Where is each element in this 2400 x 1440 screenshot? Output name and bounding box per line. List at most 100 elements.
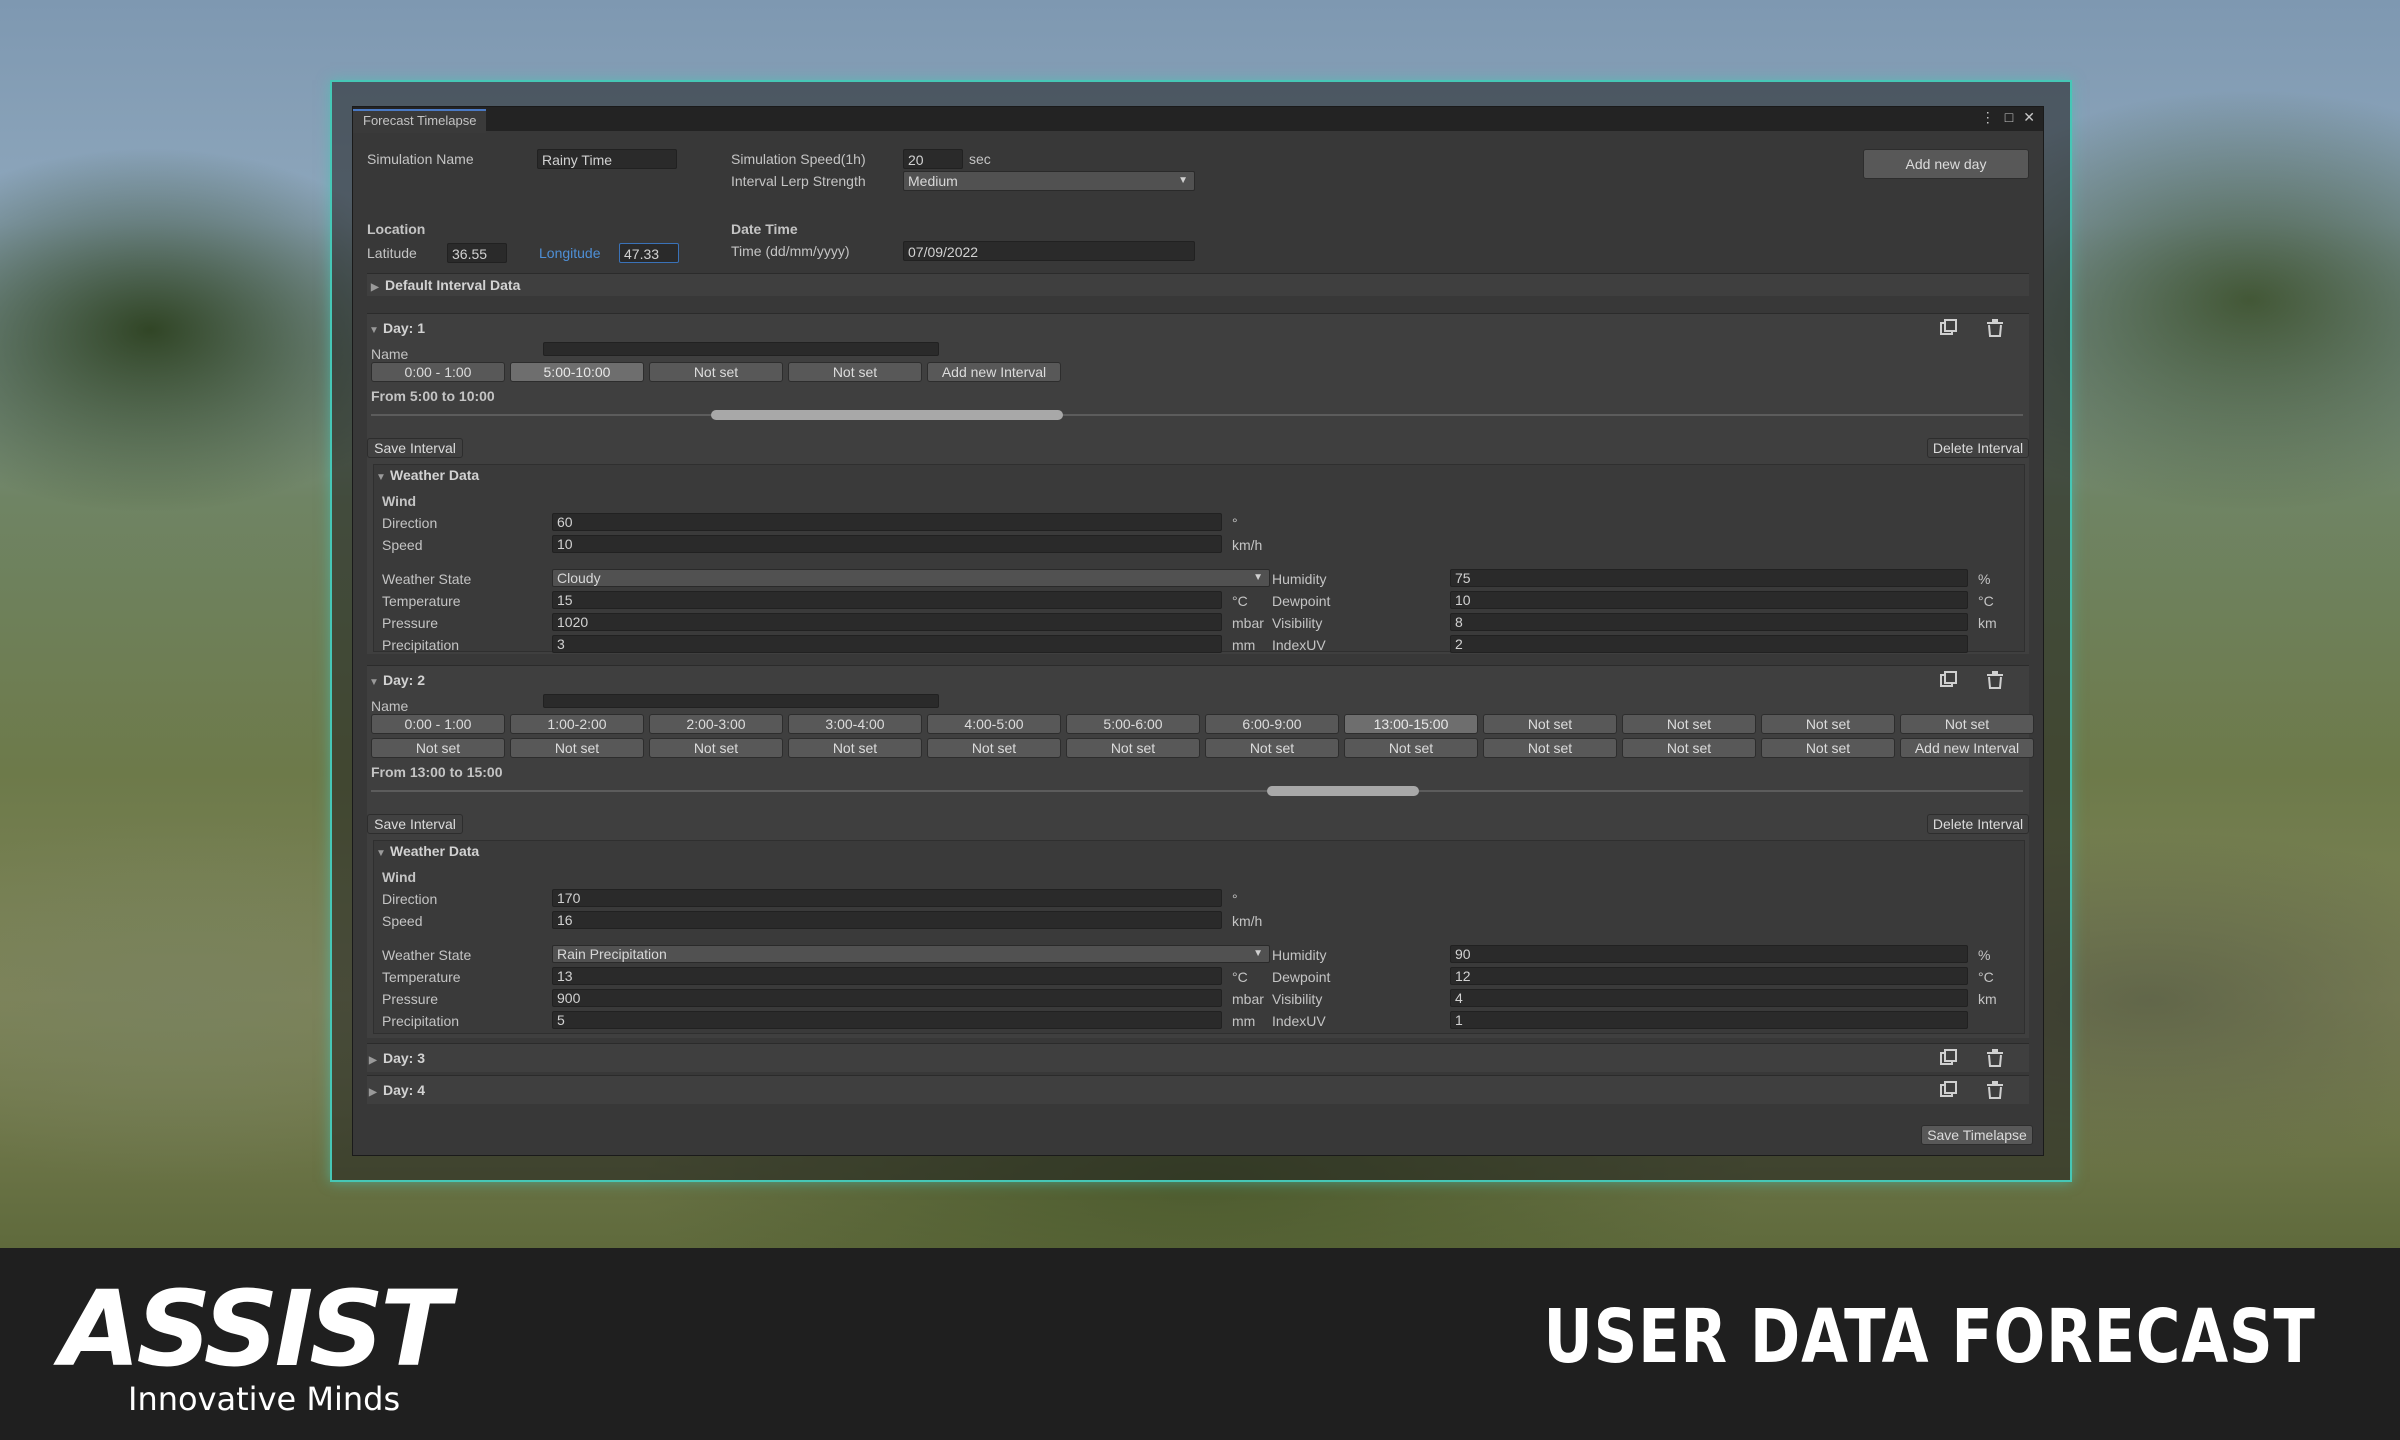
day-2-interval-button[interactable]: Not set (1066, 738, 1200, 758)
day-1-weather-foldout[interactable]: ▼ Weather Data (376, 467, 479, 483)
day-2-interval-button[interactable]: 5:00-6:00 (1066, 714, 1200, 734)
day-1-direction-input[interactable]: 60 (552, 513, 1222, 531)
lerp-strength-dropdown[interactable]: Medium ▼ (903, 171, 1195, 191)
copy-icon[interactable] (1937, 1078, 1961, 1102)
day-2-humidity-input[interactable]: 90 (1450, 945, 1968, 963)
day-1-interval-3[interactable]: Not set (649, 362, 783, 382)
day-2-visibility-input[interactable]: 4 (1450, 989, 1968, 1007)
day-2-range-slider-track[interactable] (371, 790, 2023, 792)
trash-icon[interactable] (1983, 1078, 2007, 1102)
day-2-interval-button[interactable]: Not set (1761, 738, 1895, 758)
day-1-interval-2[interactable]: 5:00-10:00 (510, 362, 644, 382)
day-2-interval-button[interactable]: 6:00-9:00 (1205, 714, 1339, 734)
trash-icon[interactable] (1983, 668, 2007, 692)
day-2-temperature-label: Temperature (382, 969, 461, 985)
day-4-foldout[interactable]: ▶ Day: 4 (369, 1082, 425, 1098)
day-2-indexuv-input[interactable]: 1 (1450, 1011, 1968, 1029)
day-2-precipitation-input[interactable]: 5 (552, 1011, 1222, 1029)
day-1-delete-interval-button[interactable]: Delete Interval (1927, 438, 2029, 458)
day-2-speed-input[interactable]: 16 (552, 911, 1222, 929)
day-1-interval-1[interactable]: 0:00 - 1:00 (371, 362, 505, 382)
day-1-interval-4[interactable]: Not set (788, 362, 922, 382)
day-2-interval-button[interactable]: 4:00-5:00 (927, 714, 1061, 734)
day-2-interval-button[interactable]: Not set (927, 738, 1061, 758)
day-2-direction-input[interactable]: 170 (552, 889, 1222, 907)
day-2-interval-button[interactable]: Not set (1622, 738, 1756, 758)
day-2-name-input[interactable] (543, 694, 939, 708)
copy-icon[interactable] (1937, 1046, 1961, 1070)
trash-icon[interactable] (1983, 1046, 2007, 1070)
day-2-interval-button[interactable]: Not set (1900, 714, 2034, 734)
day-2-interval-button[interactable]: Not set (510, 738, 644, 758)
tab-forecast-timelapse[interactable]: Forecast Timelapse (353, 109, 487, 133)
latitude-input[interactable]: 36.55 (447, 243, 507, 263)
day-1-save-interval-button[interactable]: Save Interval (367, 438, 463, 458)
day-2-interval-button[interactable]: Not set (371, 738, 505, 758)
day-2-range-slider-thumb[interactable] (1267, 786, 1419, 796)
day-1-range-slider-thumb[interactable] (711, 410, 1063, 420)
day-2-pressure-input[interactable]: 900 (552, 989, 1222, 1007)
trash-icon[interactable] (1983, 316, 2007, 340)
simulation-name-input[interactable]: Rainy Time (537, 149, 677, 169)
day-1-weather-state-value: Cloudy (557, 570, 601, 586)
day-2-add-interval-button[interactable]: Add new Interval (1900, 738, 2034, 758)
day-1-speed-input[interactable]: 10 (552, 535, 1222, 553)
day-2-weather-state-dropdown[interactable]: Rain Precipitation ▼ (552, 945, 1270, 963)
day-1-name-input[interactable] (543, 342, 939, 356)
day-2-wind-heading: Wind (382, 869, 417, 885)
day-1-temperature-input[interactable]: 15 (552, 591, 1222, 609)
longitude-input[interactable]: 47.33 (619, 243, 679, 263)
day-1-humidity-input[interactable]: 75 (1450, 569, 1968, 587)
default-interval-label: Default Interval Data (385, 277, 521, 293)
day-2-interval-button[interactable]: Not set (788, 738, 922, 758)
location-heading: Location (367, 221, 426, 237)
default-interval-section[interactable]: ▶ Default Interval Data (367, 273, 2029, 296)
copy-icon[interactable] (1937, 668, 1961, 692)
day-2-interval-button[interactable]: Not set (1205, 738, 1339, 758)
day-2-interval-button[interactable]: Not set (1483, 714, 1617, 734)
day-2-weather-title: Weather Data (390, 843, 480, 859)
day-2-weather-panel: ▼ Weather Data Wind Direction 170 ° Speed… (373, 840, 2025, 1034)
day-2-pressure-unit: mbar (1232, 991, 1264, 1007)
day-1-precipitation-input[interactable]: 3 (552, 635, 1222, 653)
time-input[interactable]: 07/09/2022 (903, 241, 1195, 261)
day-2-interval-button[interactable]: Not set (1344, 738, 1478, 758)
day-1-weather-state-dropdown[interactable]: Cloudy ▼ (552, 569, 1270, 587)
day-2-interval-button-selected[interactable]: 13:00-15:00 (1344, 714, 1478, 734)
day-2-interval-button[interactable]: 3:00-4:00 (788, 714, 922, 734)
day-1-range-slider-track[interactable] (371, 414, 2023, 416)
day-2-interval-button[interactable]: 0:00 - 1:00 (371, 714, 505, 734)
menu-icon[interactable]: ⋮ (1981, 109, 1995, 126)
day-1-foldout[interactable]: ▼ Day: 1 (369, 320, 425, 336)
save-timelapse-button[interactable]: Save Timelapse (1921, 1125, 2033, 1145)
copy-icon[interactable] (1937, 316, 1961, 340)
day-1-pressure-input[interactable]: 1020 (552, 613, 1222, 631)
day-1-pressure-label: Pressure (382, 615, 439, 631)
day-2-dewpoint-input[interactable]: 12 (1450, 967, 1968, 985)
day-1-add-interval-button[interactable]: Add new Interval (927, 362, 1061, 382)
day-2-delete-interval-button[interactable]: Delete Interval (1927, 814, 2029, 834)
day-3-foldout[interactable]: ▶ Day: 3 (369, 1050, 425, 1066)
day-1-name-label: Name (371, 346, 409, 362)
day-2-interval-button[interactable]: Not set (1761, 714, 1895, 734)
day-4-section: ▶ Day: 4 (367, 1075, 2029, 1104)
close-icon[interactable]: ✕ (2023, 109, 2035, 126)
day-2-temperature-input[interactable]: 13 (552, 967, 1222, 985)
day-1-visibility-input[interactable]: 8 (1450, 613, 1968, 631)
simulation-speed-input[interactable]: 20 (903, 149, 963, 169)
day-2-interval-button[interactable]: Not set (649, 738, 783, 758)
day-2-save-interval-button[interactable]: Save Interval (367, 814, 463, 834)
day-1-indexuv-input[interactable]: 2 (1450, 635, 1968, 653)
day-2-interval-button[interactable]: Not set (1483, 738, 1617, 758)
maximize-icon[interactable]: □ (2005, 109, 2013, 126)
day-1-dewpoint-input[interactable]: 10 (1450, 591, 1968, 609)
day-2-interval-button[interactable]: Not set (1622, 714, 1756, 734)
day-2-interval-button[interactable]: 2:00-3:00 (649, 714, 783, 734)
triangle-right-icon: ▶ (371, 282, 379, 293)
default-interval-foldout[interactable]: ▶ Default Interval Data (371, 277, 520, 293)
day-1-humidity-label: Humidity (1272, 571, 1327, 587)
day-2-foldout[interactable]: ▼ Day: 2 (369, 672, 425, 688)
day-2-weather-foldout[interactable]: ▼ Weather Data (376, 843, 479, 859)
day-2-interval-button[interactable]: 1:00-2:00 (510, 714, 644, 734)
add-new-day-button[interactable]: Add new day (1863, 149, 2029, 179)
